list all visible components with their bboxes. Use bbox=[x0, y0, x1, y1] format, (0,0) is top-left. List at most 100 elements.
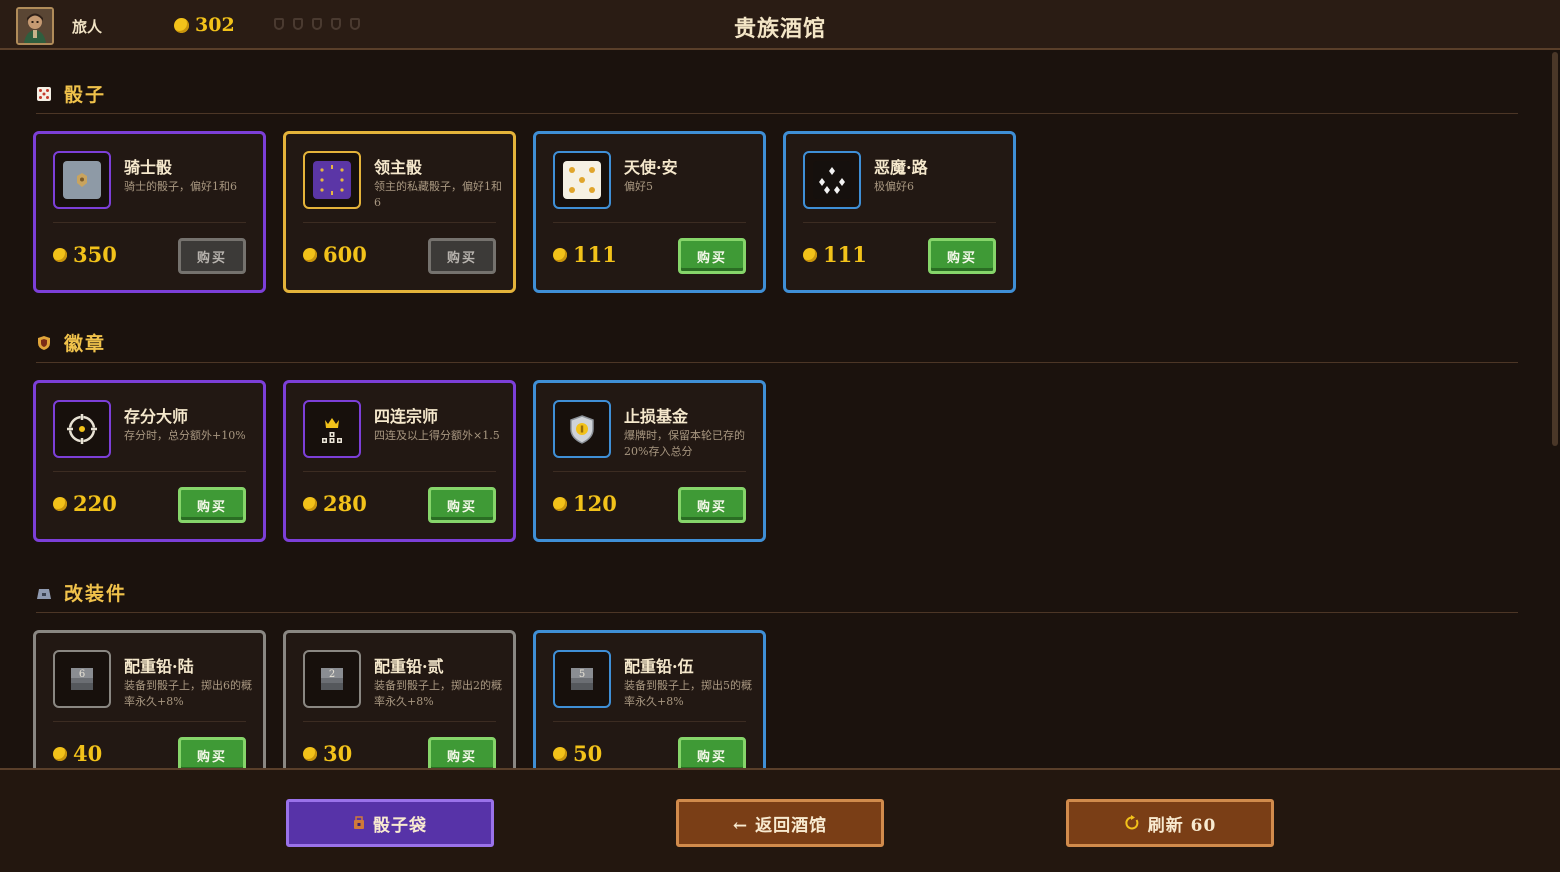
page-title: 贵族酒馆 bbox=[733, 16, 826, 42]
buy-button[interactable]: 购买 bbox=[178, 737, 246, 768]
coin-icon bbox=[303, 496, 317, 511]
back-label: ← 返回酒馆 bbox=[732, 815, 828, 836]
section-title: 骰子 bbox=[64, 84, 107, 106]
item-name: 配重铅·陆 bbox=[124, 657, 194, 676]
badge-icon bbox=[38, 335, 50, 350]
shop-card-knight-die[interactable]: 骑士骰 骑士的骰子，偏好1和6 350 购买 bbox=[33, 131, 266, 293]
item-price: 280 bbox=[303, 491, 367, 516]
item-description: 装备到骰子上，掷出6的概率永久+8% bbox=[124, 679, 252, 708]
item-description: 存分时，总分额外+10% bbox=[124, 429, 246, 442]
item-name: 骑士骰 bbox=[124, 158, 173, 177]
buy-button[interactable]: 购买 bbox=[928, 238, 996, 274]
item-price: 220 bbox=[53, 491, 117, 516]
coin-icon bbox=[53, 496, 67, 511]
card-divider bbox=[303, 471, 496, 472]
item-description: 四连及以上得分额外×1.5 bbox=[374, 429, 500, 442]
shop-card-weight-5[interactable]: 5 配重铅·伍 装备到骰子上，掷出5的概率永久+8% 50 购买 bbox=[533, 630, 766, 768]
section-header-mods: 改装件 bbox=[36, 579, 127, 606]
card-divider bbox=[303, 222, 496, 223]
item-price: 120 bbox=[553, 491, 617, 516]
item-name: 配重铅·伍 bbox=[624, 657, 694, 676]
refresh-icon bbox=[1125, 815, 1139, 830]
item-description: 爆牌时，保留本轮已存的20%存入总分 bbox=[624, 429, 745, 458]
item-price: 40 bbox=[53, 741, 102, 766]
weight-face-label: 2 bbox=[329, 669, 335, 680]
price-value: 120 bbox=[573, 491, 617, 516]
coin-icon bbox=[53, 746, 67, 761]
top-bar: 旅人 302 贵族酒馆 bbox=[0, 0, 1560, 50]
content-scrollbar[interactable] bbox=[1552, 52, 1558, 446]
section-title: 徽章 bbox=[64, 333, 107, 355]
buy-button[interactable]: 购买 bbox=[428, 487, 496, 523]
shop-card-lord-die[interactable]: 领主骰 领主的私藏骰子，偏好1和6 600 购买 bbox=[283, 131, 516, 293]
card-divider bbox=[553, 471, 746, 472]
crown-icon bbox=[303, 400, 361, 458]
card-divider bbox=[553, 721, 746, 722]
item-name: 天使·安 bbox=[624, 158, 678, 177]
coin-icon bbox=[303, 247, 317, 262]
coin-icon bbox=[803, 247, 817, 262]
section-header-dice: 骰子 bbox=[36, 80, 106, 107]
shop-card-four-master[interactable]: 四连宗师 四连及以上得分额外×1.5 280 购买 bbox=[283, 380, 516, 542]
item-name: 配重铅·贰 bbox=[374, 657, 444, 676]
buy-button[interactable]: 购买 bbox=[678, 238, 746, 274]
coin-icon bbox=[53, 247, 67, 262]
shop-card-demon-die[interactable]: 恶魔·路 极偏好6 111 购买 bbox=[783, 131, 1016, 293]
shop-card-angel-die[interactable]: 天使·安 偏好5 111 购买 bbox=[533, 131, 766, 293]
buy-button[interactable]: 购买 bbox=[178, 238, 246, 274]
item-name: 领主骰 bbox=[374, 158, 423, 177]
buy-button[interactable]: 购买 bbox=[678, 737, 746, 768]
section-header-badges: 徽章 bbox=[36, 329, 106, 356]
dice-bag-label: 骰子袋 bbox=[373, 815, 427, 836]
buy-button[interactable]: 购买 bbox=[428, 238, 496, 274]
item-price: 50 bbox=[553, 741, 602, 766]
dice-bag-button[interactable]: 骰子袋 bbox=[286, 799, 494, 847]
card-divider bbox=[53, 222, 246, 223]
shop-card-weight-2[interactable]: 2 配重铅·贰 装备到骰子上，掷出2的概率永久+8% 30 购买 bbox=[283, 630, 516, 768]
buy-button[interactable]: 购买 bbox=[178, 487, 246, 523]
price-value: 30 bbox=[323, 741, 353, 766]
coin-icon bbox=[553, 247, 567, 262]
knight-die-icon bbox=[53, 151, 111, 209]
section-divider bbox=[36, 362, 1518, 363]
coin-icon bbox=[553, 496, 567, 511]
refresh-label: 刷新 60 bbox=[1147, 815, 1217, 836]
item-description: 装备到骰子上，掷出5的概率永久+8% bbox=[624, 679, 752, 708]
coin-icon bbox=[303, 746, 317, 761]
item-price: 111 bbox=[803, 242, 867, 267]
section-divider bbox=[36, 612, 1518, 613]
price-value: 111 bbox=[573, 242, 617, 267]
shop-card-weight-6[interactable]: 6 配重铅·陆 装备到骰子上，掷出6的概率永久+8% 40 购买 bbox=[33, 630, 266, 768]
buy-button[interactable]: 购买 bbox=[428, 737, 496, 768]
weight-icon bbox=[37, 588, 51, 599]
item-price: 350 bbox=[53, 242, 117, 267]
weight-face-label: 5 bbox=[579, 669, 585, 680]
item-name: 止损基金 bbox=[624, 407, 689, 426]
back-to-tavern-button[interactable]: ← 返回酒馆 bbox=[676, 799, 884, 847]
buy-button[interactable]: 购买 bbox=[678, 487, 746, 523]
weight-5-icon: 5 bbox=[553, 650, 611, 708]
target-icon bbox=[53, 400, 111, 458]
shop-card-stop-loss[interactable]: 止损基金 爆牌时，保留本轮已存的20%存入总分 120 购买 bbox=[533, 380, 766, 542]
coin-icon bbox=[553, 746, 567, 761]
section-title: 改装件 bbox=[64, 583, 128, 605]
shield-icon bbox=[553, 400, 611, 458]
price-value: 600 bbox=[323, 242, 367, 267]
item-price: 30 bbox=[303, 741, 352, 766]
item-description: 领主的私藏骰子，偏好1和6 bbox=[374, 180, 502, 209]
lord-die-icon bbox=[303, 151, 361, 209]
weight-6-icon: 6 bbox=[53, 650, 111, 708]
item-description: 极偏好6 bbox=[874, 180, 914, 193]
demon-die-icon bbox=[803, 151, 861, 209]
item-price: 600 bbox=[303, 242, 367, 267]
refresh-shop-button[interactable]: 刷新 60 bbox=[1066, 799, 1274, 847]
shop-content[interactable]: 骰子 骑士骰 骑士的骰子，偏好1和6 350 购买 领主骰 领主的私藏骰子，偏好… bbox=[0, 52, 1560, 768]
price-value: 280 bbox=[323, 491, 367, 516]
price-value: 50 bbox=[573, 741, 603, 766]
item-name: 四连宗师 bbox=[374, 407, 439, 426]
item-price: 111 bbox=[553, 242, 617, 267]
item-description: 骑士的骰子，偏好1和6 bbox=[124, 180, 237, 193]
shop-card-score-master[interactable]: 存分大师 存分时，总分额外+10% 220 购买 bbox=[33, 380, 266, 542]
item-description: 装备到骰子上，掷出2的概率永久+8% bbox=[374, 679, 502, 708]
weight-2-icon: 2 bbox=[303, 650, 361, 708]
